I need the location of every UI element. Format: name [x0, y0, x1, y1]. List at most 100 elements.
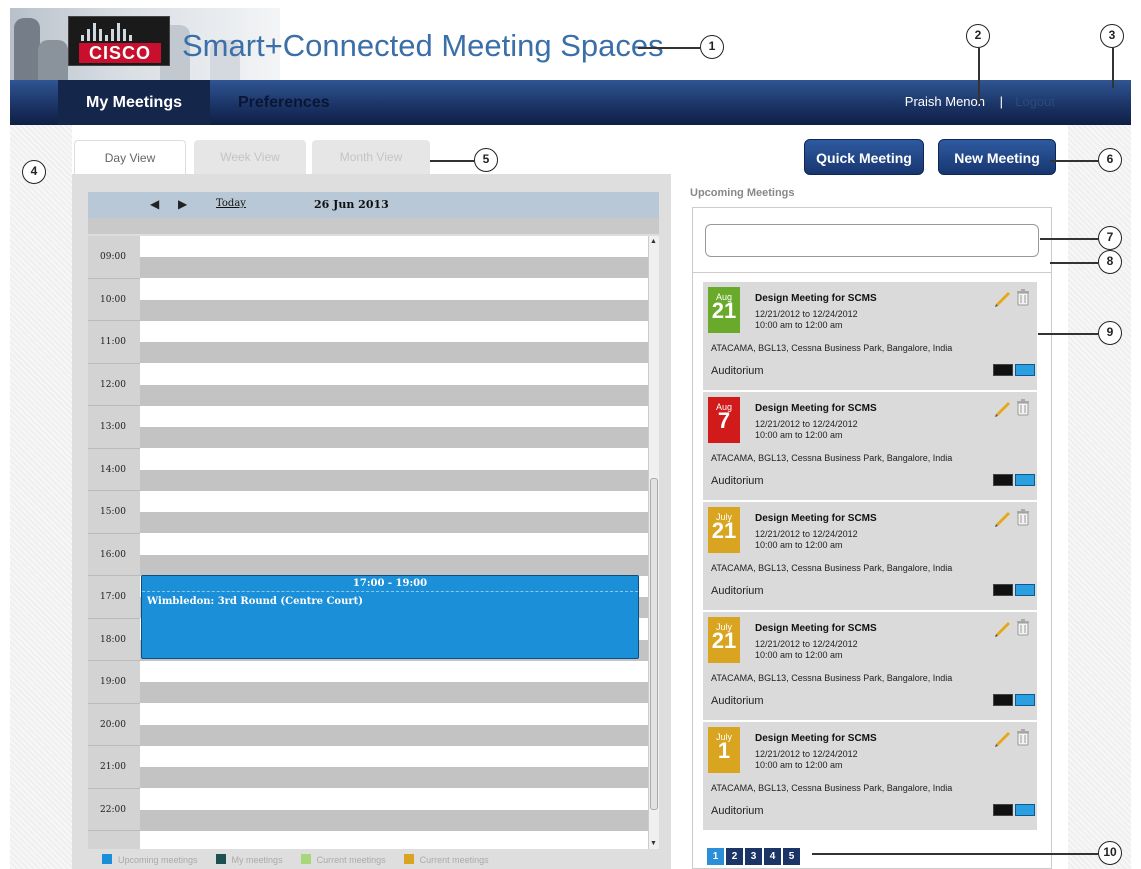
prev-day-icon[interactable]: ◀ [150, 197, 159, 211]
hour-row: 13:00 [88, 406, 648, 449]
callout-line [1038, 333, 1098, 335]
scroll-thumb[interactable] [650, 478, 658, 810]
callout-line [1112, 48, 1114, 88]
page-button[interactable]: 2 [726, 848, 743, 865]
meeting-location: ATACAMA, BGL13, Cessna Business Park, Ba… [711, 673, 953, 683]
screen-icon [1015, 694, 1035, 706]
callout-7: 7 [1098, 226, 1122, 250]
hour-row: 16:00 [88, 533, 648, 576]
legend-item: My meetings [215, 854, 283, 865]
meeting-card[interactable]: Aug 7 Design Meeting for SCMS 12/21/2012 … [703, 392, 1037, 500]
edit-icon[interactable] [993, 507, 1013, 527]
legend-item: Current meetings [300, 854, 386, 865]
search-input[interactable] [705, 224, 1039, 257]
edit-icon[interactable] [993, 727, 1013, 747]
calendar-scrollbar[interactable]: ▲ ▼ [648, 236, 659, 849]
tab-week-view[interactable]: Week View [194, 140, 306, 174]
date-badge: Aug 21 [708, 287, 740, 333]
next-day-icon[interactable]: ▶ [178, 197, 187, 211]
callout-5: 5 [474, 148, 498, 172]
tab-preferences[interactable]: Preferences [238, 80, 330, 125]
video-icon [993, 584, 1013, 596]
time-grid[interactable]: 09:00 10:00 11:00 12:00 13:00 14:00 15:0… [88, 236, 659, 849]
hour-row: 14:00 [88, 448, 648, 491]
screen-icon [1015, 474, 1035, 486]
meeting-title: Design Meeting for SCMS [755, 403, 877, 414]
edit-icon[interactable] [993, 397, 1013, 417]
delete-icon[interactable] [1015, 728, 1031, 746]
user-name: Praish Menon [904, 94, 985, 109]
meeting-card[interactable]: July 21 Design Meeting for SCMS 12/21/201… [703, 502, 1037, 610]
logout-link[interactable]: Logout [1015, 94, 1055, 109]
page-button[interactable]: 4 [764, 848, 781, 865]
screen-icon [1015, 584, 1035, 596]
callout-10: 10 [1098, 841, 1122, 865]
hour-row: 22:00 [88, 788, 648, 831]
date-badge: July 1 [708, 727, 740, 773]
legend-item: Upcoming meetings [102, 854, 198, 865]
meeting-card[interactable]: Aug 21 Design Meeting for SCMS 12/21/2012… [703, 282, 1037, 390]
meeting-location: ATACAMA, BGL13, Cessna Business Park, Ba… [711, 453, 953, 463]
tab-month-view[interactable]: Month View [312, 140, 430, 174]
today-link[interactable]: Today [216, 198, 246, 209]
meeting-title: Design Meeting for SCMS [755, 293, 877, 304]
divider [693, 272, 1051, 273]
meeting-time: 10:00 am to 12:00 am [755, 320, 843, 330]
callout-line [1050, 160, 1098, 162]
meeting-room: Auditorium [711, 585, 764, 597]
meeting-dates: 12/21/2012 to 12/24/2012 [755, 529, 858, 539]
page-button[interactable]: 5 [783, 848, 800, 865]
meeting-room: Auditorium [711, 365, 764, 377]
current-date: 26 Jun 2013 [314, 198, 389, 211]
main-nav: My Meetings Preferences Praish Menon | L… [10, 80, 1131, 125]
hour-row: 12:00 [88, 363, 648, 406]
new-meeting-button[interactable]: New Meeting [938, 139, 1056, 175]
meeting-room: Auditorium [711, 695, 764, 707]
meeting-time: 10:00 am to 12:00 am [755, 540, 843, 550]
page-button[interactable]: 1 [707, 848, 724, 865]
tab-day-view[interactable]: Day View [74, 140, 186, 174]
meeting-time: 10:00 am to 12:00 am [755, 760, 843, 770]
content-area: Day View Week View Month View ◀ ▶ Today … [72, 125, 1068, 869]
meeting-location: ATACAMA, BGL13, Cessna Business Park, Ba… [711, 563, 953, 573]
delete-icon[interactable] [1015, 508, 1031, 526]
callout-6: 6 [1098, 148, 1122, 172]
main-area: Day View Week View Month View ◀ ▶ Today … [10, 125, 1131, 869]
calendar-event[interactable]: 17:00 - 19:00 Wimbledon: 3rd Round (Cent… [141, 575, 639, 659]
callout-1: 1 [700, 35, 724, 59]
upcoming-meetings-label: Upcoming Meetings [690, 187, 795, 199]
meeting-time: 10:00 am to 12:00 am [755, 650, 843, 660]
scroll-up-icon[interactable]: ▲ [650, 238, 657, 245]
date-badge: July 21 [708, 617, 740, 663]
meeting-time: 10:00 am to 12:00 am [755, 430, 843, 440]
video-icon [993, 474, 1013, 486]
app-header: CISCO Smart+Connected Meeting Spaces [10, 0, 1131, 80]
hour-row: 21:00 [88, 746, 648, 789]
day-calendar: ◀ ▶ Today 26 Jun 2013 09:00 10:00 11:00 … [72, 174, 671, 869]
delete-icon[interactable] [1015, 618, 1031, 636]
tab-my-meetings[interactable]: My Meetings [58, 80, 210, 125]
callout-2: 2 [966, 24, 990, 48]
calendar-nav: ◀ ▶ Today 26 Jun 2013 [88, 192, 659, 218]
page-button[interactable]: 3 [745, 848, 762, 865]
callout-line [812, 853, 1098, 855]
video-icon [993, 364, 1013, 376]
quick-meeting-button[interactable]: Quick Meeting [804, 139, 924, 175]
hour-row: 10:00 [88, 278, 648, 321]
date-badge: Aug 7 [708, 397, 740, 443]
hour-row: 09:00 [88, 236, 648, 279]
nav-separator: | [999, 94, 1003, 109]
callout-8: 8 [1098, 250, 1122, 274]
meeting-room: Auditorium [711, 475, 764, 487]
delete-icon[interactable] [1015, 288, 1031, 306]
meeting-card[interactable]: July 21 Design Meeting for SCMS 12/21/201… [703, 612, 1037, 720]
edit-icon[interactable] [993, 287, 1013, 307]
meeting-title: Design Meeting for SCMS [755, 513, 877, 524]
video-icon [993, 804, 1013, 816]
legend-item: Current meetings [403, 854, 489, 865]
meeting-room: Auditorium [711, 805, 764, 817]
edit-icon[interactable] [993, 617, 1013, 637]
meeting-card[interactable]: July 1 Design Meeting for SCMS 12/21/2012… [703, 722, 1037, 830]
delete-icon[interactable] [1015, 398, 1031, 416]
scroll-down-icon[interactable]: ▼ [650, 840, 657, 847]
